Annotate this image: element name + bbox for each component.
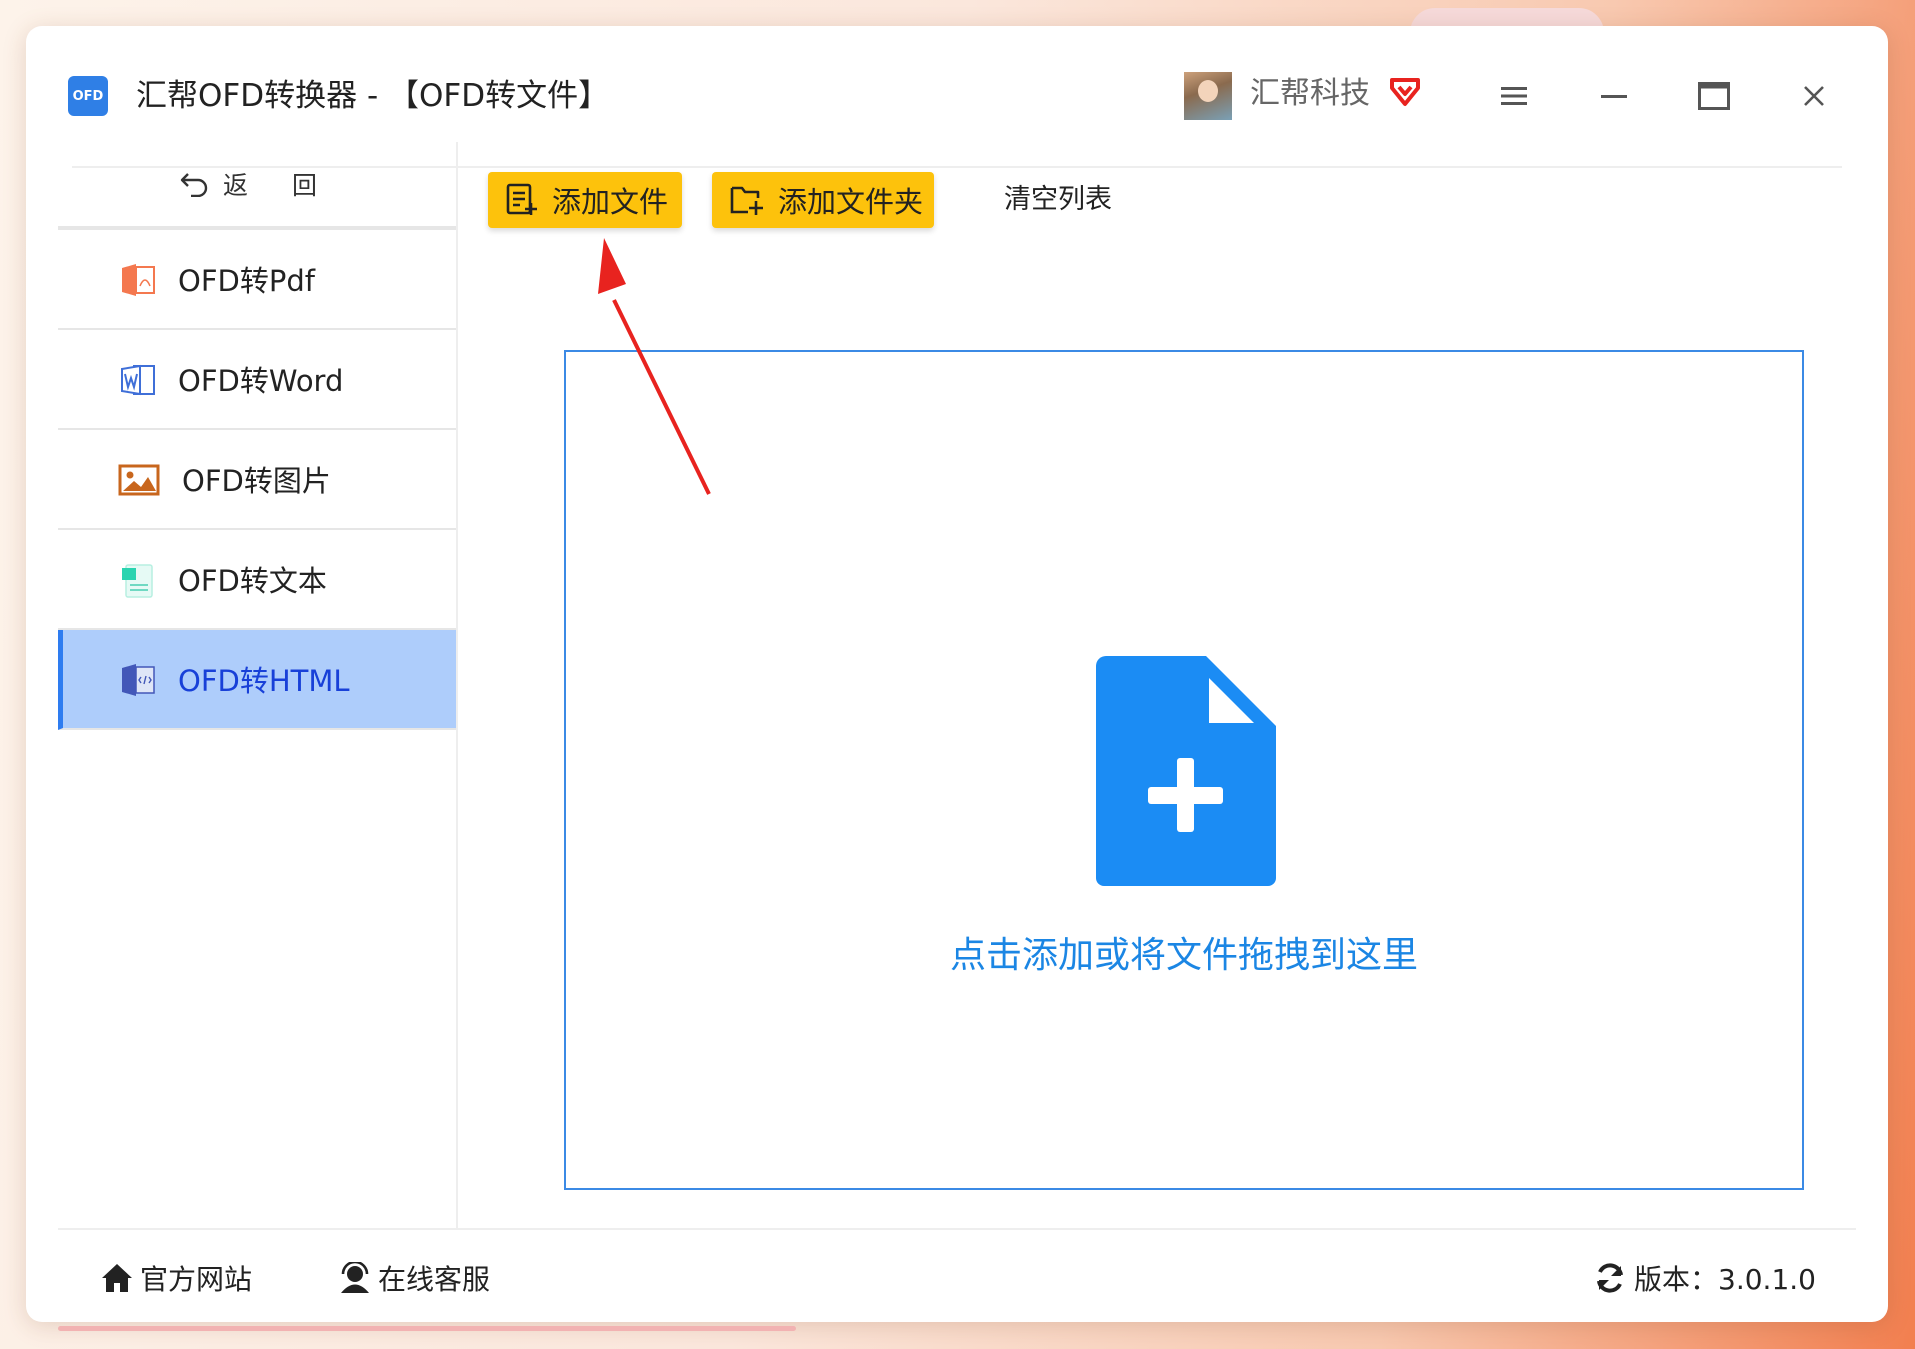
add-folder-icon [730, 186, 763, 215]
add-file-icon [506, 183, 537, 215]
menu-icon[interactable] [1496, 78, 1532, 114]
sidebar-item-label: OFD转HTML [178, 664, 350, 698]
online-support-link[interactable]: 在线客服 [338, 1258, 490, 1298]
refresh-icon [1597, 1263, 1624, 1293]
app-window: OFD 汇帮OFD转换器 - 【OFD转文件】 汇帮科技 返 回 OFD转Pdf… [26, 26, 1888, 1322]
support-agent-icon [341, 1262, 369, 1293]
version-label: 版本：3.0.1.0 [1634, 1263, 1816, 1296]
sidebar-item-ofd-to-word[interactable]: OFD转Word [58, 330, 456, 430]
scroll-indicator [58, 1326, 796, 1331]
app-logo: OFD [68, 76, 108, 116]
sidebar: 返 回 OFD转Pdf OFD转Word OFD转图片 OFD转文本 OFD转H… [58, 142, 458, 1228]
vip-diamond-icon[interactable] [1388, 74, 1422, 108]
version-info: 版本：3.0.1.0 [1594, 1258, 1816, 1298]
official-website-link[interactable]: 官方网站 [100, 1258, 252, 1298]
home-icon [102, 1264, 132, 1292]
sidebar-item-ofd-to-text[interactable]: OFD转文本 [58, 530, 456, 630]
sidebar-item-label: OFD转Pdf [178, 264, 315, 298]
html-icon [122, 664, 155, 696]
official-website-label: 官方网站 [140, 1263, 253, 1296]
minimize-icon[interactable] [1596, 78, 1632, 114]
pdf-icon [122, 264, 155, 296]
word-icon [121, 364, 155, 396]
add-file-button[interactable]: 添加文件 [488, 172, 682, 228]
file-drop-zone[interactable]: 点击添加或将文件拖拽到这里 [564, 350, 1804, 1190]
sidebar-item-label: OFD转图片 [182, 464, 331, 498]
avatar[interactable] [1184, 72, 1232, 120]
add-folder-label: 添加文件夹 [778, 185, 924, 219]
back-button[interactable]: 返 回 [58, 142, 456, 230]
back-arrow-icon [180, 173, 208, 197]
clear-list-button[interactable]: 清空列表 [1004, 182, 1112, 218]
image-icon [118, 464, 160, 496]
sidebar-item-ofd-to-html[interactable]: OFD转HTML [58, 630, 456, 730]
add-folder-button[interactable]: 添加文件夹 [712, 172, 934, 228]
sidebar-item-label: OFD转文本 [178, 564, 327, 598]
drop-hint-text: 点击添加或将文件拖拽到这里 [949, 935, 1418, 976]
sidebar-item-ofd-to-pdf[interactable]: OFD转Pdf [58, 230, 456, 330]
footer: 官方网站 在线客服 版本：3.0.1.0 [58, 1228, 1856, 1318]
maximize-icon[interactable] [1696, 78, 1732, 114]
brand-name: 汇帮科技 [1250, 76, 1370, 111]
app-logo-text: OFD [72, 88, 104, 104]
sidebar-item-label: OFD转Word [178, 364, 344, 398]
text-icon [122, 564, 153, 598]
add-document-icon [1096, 656, 1276, 886]
close-icon[interactable] [1796, 78, 1832, 114]
add-file-label: 添加文件 [552, 185, 669, 219]
sidebar-item-ofd-to-image[interactable]: OFD转图片 [58, 430, 456, 530]
online-support-label: 在线客服 [378, 1263, 491, 1296]
back-label: 返 回 [223, 171, 335, 200]
window-title: 汇帮OFD转换器 - 【OFD转文件】 [136, 78, 610, 114]
